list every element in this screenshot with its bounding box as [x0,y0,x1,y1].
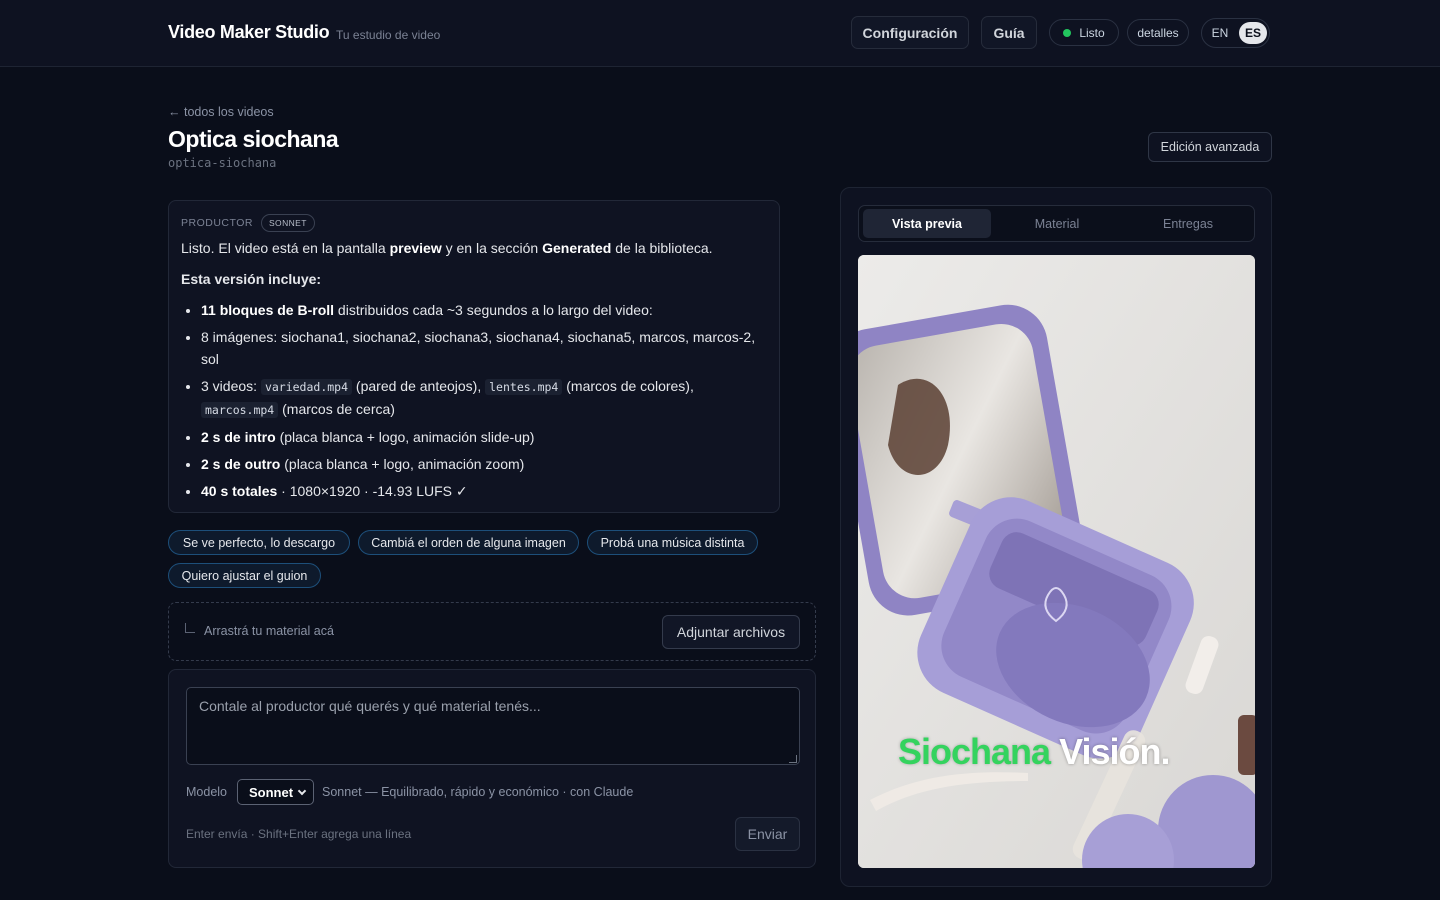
video-preview[interactable]: Siochana Visión. [858,255,1255,868]
contact-lens-case-image [858,255,1255,868]
suggestion-chip-music[interactable]: Probá una música distinta [587,530,758,555]
message-input[interactable] [186,687,800,765]
list-item: 2 s de intro (placa blanca + logo, anima… [201,426,767,448]
page-title: Optica siochana [168,126,339,152]
preview-panel: Vista previa Material Entregas Siochana … [840,187,1272,887]
dropzone-text: Arrastrá tu material acá [204,624,334,638]
suggestion-chip-reorder[interactable]: Cambiá el orden de alguna imagen [358,530,579,555]
caption-word: Visión. [1059,731,1170,772]
top-bar: Video Maker Studio Tu estudio de video C… [0,0,1440,67]
caption-brand: Siochana [898,731,1051,772]
message-list: 11 bloques de B-roll distribuidos cada ~… [181,299,767,502]
list-item: 3 videos: variedad.mp4 (pared de anteojo… [201,375,767,421]
model-select-value: Sonnet [249,784,294,800]
list-item: 40 s totales · 1080×1920 · -14.93 LUFS ✓ [201,480,767,502]
language-switch: EN ES [1201,18,1270,48]
list-item: 2 s de outro (placa blanca + logo, anima… [201,453,767,475]
model-badge: SONNET [260,214,315,232]
resize-handle-icon[interactable] [789,755,797,763]
settings-button[interactable]: Configuración [851,16,969,49]
video-caption: Siochana Visión. [898,731,1170,773]
model-description: Sonnet — Equilibrado, rápido y económico… [322,785,634,799]
message-includes-heading: Esta versión incluye: [181,271,322,287]
panel-tabs: Vista previa Material Entregas [858,205,1255,242]
language-en-button[interactable]: EN [1206,22,1234,44]
chevron-down-icon [297,786,307,796]
message-composer: Modelo Sonnet Sonnet — Equilibrado, rápi… [168,669,816,868]
language-es-button[interactable]: ES [1239,22,1267,44]
project-slug: optica-siochana [168,156,277,170]
tab-deliveries[interactable]: Entregas [1124,209,1252,238]
producer-message: PRODUCTOR SONNET Listo. El video está en… [168,200,780,513]
tab-material[interactable]: Material [993,209,1121,238]
message-author: PRODUCTOR [181,217,253,229]
suggestion-chip-script[interactable]: Quiero ajustar el guion [168,563,321,588]
back-to-videos-link[interactable]: ← todos los videos [168,105,274,119]
model-select[interactable]: Sonnet [237,779,314,805]
status-badge[interactable]: Listo [1049,19,1119,46]
drop-arrow-icon [185,623,195,633]
advanced-edit-button[interactable]: Edición avanzada [1148,132,1272,162]
model-label: Modelo [186,785,227,799]
list-item: 8 imágenes: siochana1, siochana2, siocha… [201,326,767,370]
material-dropzone[interactable]: Arrastrá tu material acá Adjuntar archiv… [168,602,816,661]
attach-files-button[interactable]: Adjuntar archivos [662,615,800,649]
brand-tagline: Tu estudio de video [336,28,441,42]
list-item: 11 bloques de B-roll distribuidos cada ~… [201,299,767,321]
status-dot-icon [1063,28,1072,37]
suggestion-chip-download[interactable]: Se ve perfecto, lo descargo [168,530,350,555]
message-intro: Listo. El video está en la pantalla prev… [181,240,713,256]
details-button[interactable]: detalles [1127,19,1189,46]
send-button[interactable]: Enviar [735,817,800,851]
status-label: Listo [1079,25,1105,40]
guide-button[interactable]: Guía [981,16,1037,49]
brand-name[interactable]: Video Maker Studio [168,22,330,43]
keyboard-hint: Enter envía · Shift+Enter agrega una lín… [186,827,412,841]
tab-preview[interactable]: Vista previa [863,209,991,238]
